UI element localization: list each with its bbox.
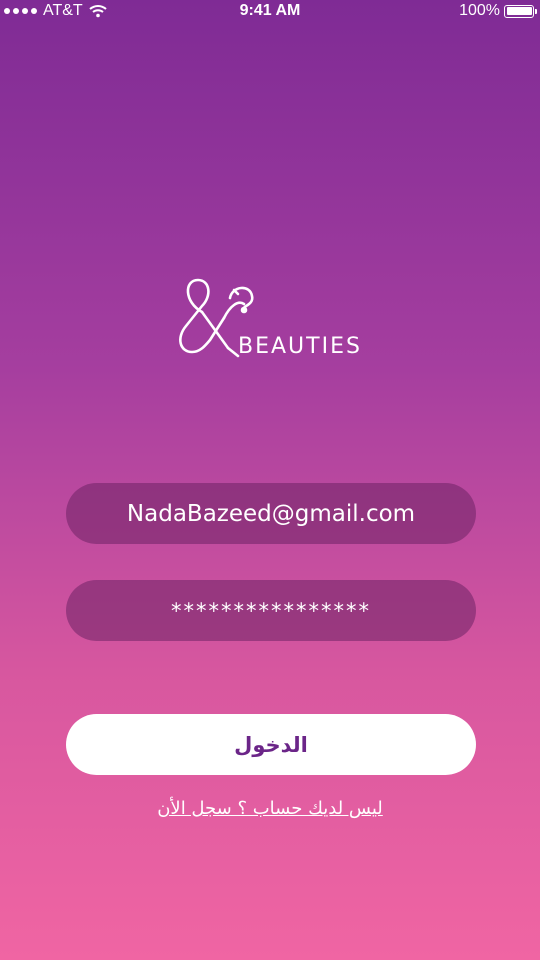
status-right: 100% <box>459 2 537 20</box>
brand-name: BEAUTIES <box>238 334 362 359</box>
status-bar: AT&T 9:41 AM 100% <box>0 0 540 22</box>
register-link[interactable]: ليس لديك حساب ؟ سجل الأن <box>0 798 540 819</box>
password-field[interactable] <box>66 580 476 641</box>
email-field[interactable] <box>66 483 476 544</box>
login-button[interactable]: الدخول <box>66 714 476 775</box>
battery-icon <box>504 4 537 18</box>
battery-percent: 100% <box>459 2 500 19</box>
login-screen: AT&T 9:41 AM 100% BEAUTIES NadaBazeed@gm… <box>0 0 540 960</box>
app-logo: BEAUTIES <box>172 272 372 364</box>
